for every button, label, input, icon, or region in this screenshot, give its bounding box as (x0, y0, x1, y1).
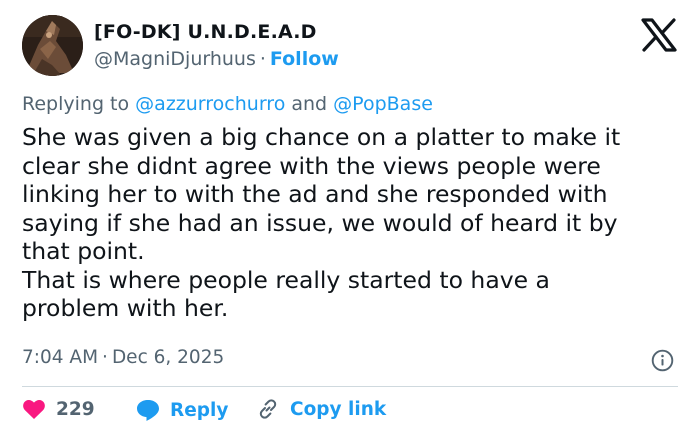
heart-icon (23, 399, 45, 419)
mention-link[interactable]: @azzurrochurro (135, 93, 285, 115)
replying-to: Replying to @azzurrochurro and @PopBase (22, 93, 433, 115)
info-icon[interactable] (651, 349, 674, 372)
tweet-line: She was given a big chance on a platter … (22, 123, 621, 151)
tweet-line: That is where people really started to h… (22, 265, 550, 294)
follow-button[interactable]: Follow (270, 48, 339, 70)
tweet-line: problem with her. (22, 294, 229, 322)
tweet-line: that point. (22, 237, 145, 265)
copy-link-button[interactable]: Copy link (257, 398, 386, 420)
like-button[interactable]: 229 (22, 398, 95, 420)
separator-dot: · (259, 48, 266, 70)
copy-link-label: Copy link (290, 398, 387, 420)
tweet-timestamp[interactable]: 7:04 AM · Dec 6, 2025 (22, 347, 224, 368)
reply-button[interactable]: Reply (135, 398, 228, 422)
tweet-text: She was given a big chance on a platter … (22, 123, 692, 323)
link-icon (259, 399, 277, 419)
divider (22, 386, 678, 387)
speech-bubble-icon (137, 400, 159, 421)
mention-link[interactable]: @PopBase (333, 93, 433, 115)
reply-label: Reply (170, 399, 229, 421)
replying-conjunction: and (291, 93, 328, 115)
tweet-line: clear she didnt agree with the views peo… (22, 151, 601, 180)
separator-dot: · (102, 347, 108, 368)
replying-prefix: Replying to (22, 93, 130, 115)
author-handle-row: @MagniDjurhuus · Follow (94, 48, 339, 70)
avatar[interactable] (22, 15, 83, 76)
tweet-time[interactable]: 7:04 AM (22, 347, 98, 368)
author-handle[interactable]: @MagniDjurhuus (94, 48, 256, 70)
tweet-line: saying if she had an issue, we would of … (22, 208, 618, 237)
x-logo-icon[interactable] (641, 18, 677, 52)
tweet-line: linking her to with the ad and she respo… (22, 180, 608, 208)
like-count: 229 (56, 398, 95, 420)
author-display-name[interactable]: [FO-DK] U.N.D.E.A.D (94, 21, 317, 43)
tweet-date[interactable]: Dec 6, 2025 (112, 347, 224, 368)
